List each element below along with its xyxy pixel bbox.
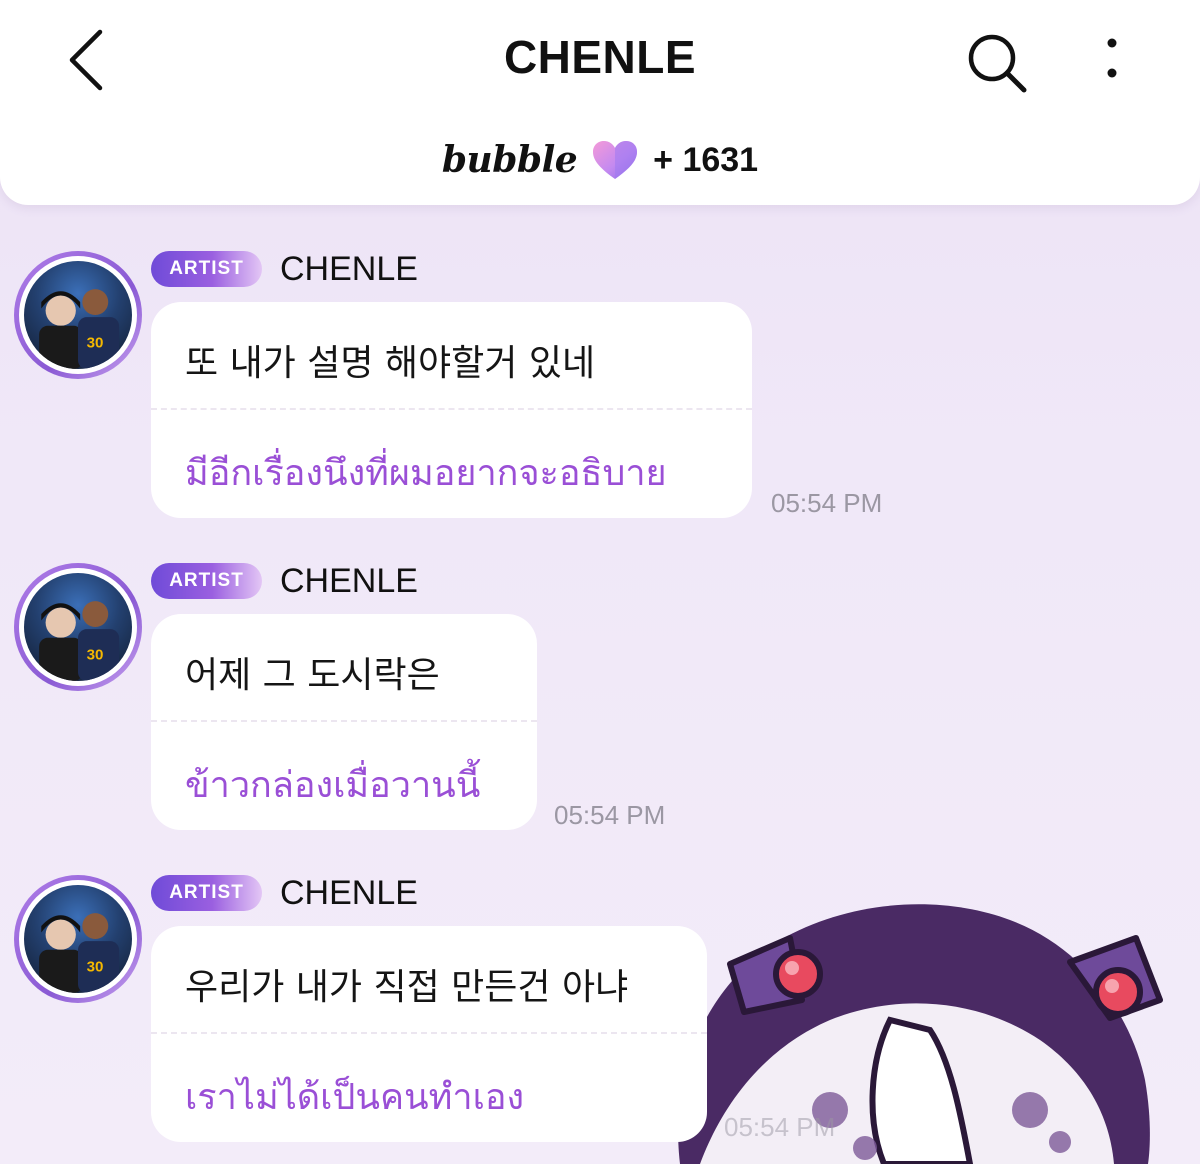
translation-divider (151, 408, 752, 410)
message-bubble[interactable]: 우리가 내가 직접 만든건 아냐 เราไม่ได้เป็นคนทำเอง (151, 926, 707, 1142)
message-text-translation: มีอีกเรื่องนึงที่ผมอยากจะอธิบาย (185, 453, 667, 494)
translation-divider (151, 720, 537, 722)
chat-header: CHENLE bubble + 1631 (0, 0, 1200, 205)
avatar-photo: 30 (24, 573, 132, 681)
message-bubble[interactable]: 또 내가 설명 해야할거 있네 มีอีกเรื่องนึงที่ผมอยากจ… (151, 302, 752, 518)
avatar[interactable]: 30 (14, 251, 142, 379)
sender-name: CHENLE (280, 562, 418, 600)
message-text-korean: 어제 그 도시락은 (185, 655, 440, 696)
message-text-korean: 또 내가 설명 해야할거 있네 (185, 343, 596, 384)
message-timestamp: 05:54 PM (724, 1112, 836, 1142)
avatar[interactable]: 30 (14, 875, 142, 1003)
message-text-translation: เราไม่ได้เป็นคนทำเอง (185, 1077, 525, 1118)
avatar-photo: 30 (24, 261, 132, 369)
more-options-button[interactable] (1094, 34, 1130, 88)
sender-name: CHENLE (280, 874, 418, 912)
artist-badge: ARTIST (151, 251, 262, 287)
avatar-photo: 30 (24, 885, 132, 993)
message-text-translation: ข้าวกล่องเมื่อวานนี้ (185, 765, 481, 806)
svg-text:30: 30 (87, 646, 104, 663)
artist-badge: ARTIST (151, 875, 262, 911)
sender-name: CHENLE (280, 250, 418, 288)
subscription-info: bubble + 1631 (0, 136, 1200, 184)
subscriber-count: + 1631 (653, 140, 759, 179)
message-text-korean: 우리가 내가 직접 만든건 아냐 (185, 967, 629, 1008)
artist-badge: ARTIST (151, 563, 262, 599)
avatar[interactable]: 30 (14, 563, 142, 691)
bubble-heart-icon (593, 141, 638, 179)
svg-text:30: 30 (87, 958, 104, 975)
search-icon (968, 34, 1027, 93)
translation-divider (151, 1032, 707, 1034)
message-timestamp: 05:54 PM (771, 488, 883, 518)
bubble-logo: bubble (441, 139, 578, 181)
search-button[interactable] (966, 32, 1028, 94)
message-timestamp: 05:54 PM (554, 800, 666, 830)
svg-text:30: 30 (87, 334, 104, 351)
more-vertical-icon (1107, 38, 1117, 78)
message-bubble[interactable]: 어제 그 도시락은 ข้าวกล่องเมื่อวานนี้ (151, 614, 537, 830)
